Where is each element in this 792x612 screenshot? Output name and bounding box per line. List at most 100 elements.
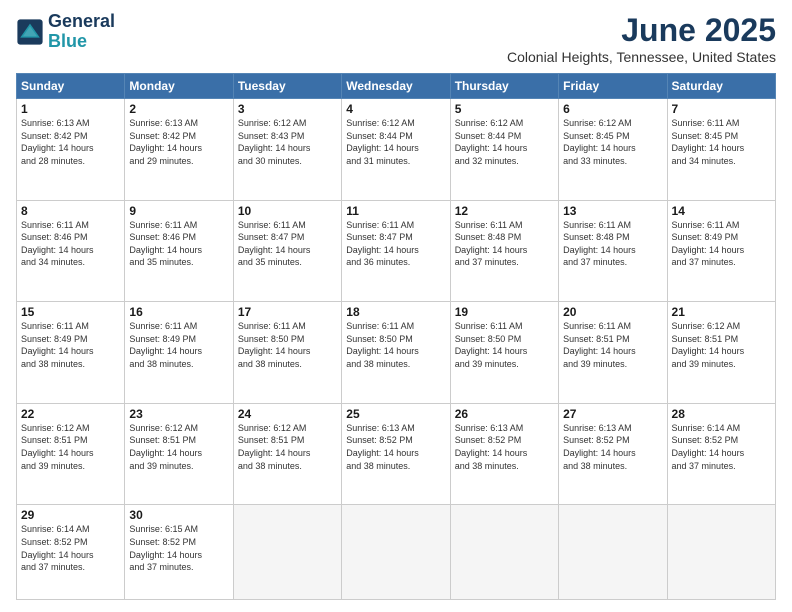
calendar-cell: 28Sunrise: 6:14 AMSunset: 8:52 PMDayligh… xyxy=(667,403,775,505)
calendar-week-row: 29Sunrise: 6:14 AMSunset: 8:52 PMDayligh… xyxy=(17,505,776,600)
calendar-cell: 29Sunrise: 6:14 AMSunset: 8:52 PMDayligh… xyxy=(17,505,125,600)
day-number: 6 xyxy=(563,102,662,116)
day-number: 18 xyxy=(346,305,445,319)
page: General Blue June 2025 Colonial Heights,… xyxy=(0,0,792,612)
day-number: 28 xyxy=(672,407,771,421)
calendar-cell: 9Sunrise: 6:11 AMSunset: 8:46 PMDaylight… xyxy=(125,200,233,302)
day-number: 19 xyxy=(455,305,554,319)
day-number: 25 xyxy=(346,407,445,421)
cell-info: Sunrise: 6:11 AMSunset: 8:49 PMDaylight:… xyxy=(672,219,771,269)
cell-info: Sunrise: 6:11 AMSunset: 8:49 PMDaylight:… xyxy=(21,320,120,370)
calendar-cell: 13Sunrise: 6:11 AMSunset: 8:48 PMDayligh… xyxy=(559,200,667,302)
calendar-cell xyxy=(667,505,775,600)
cell-info: Sunrise: 6:11 AMSunset: 8:50 PMDaylight:… xyxy=(238,320,337,370)
day-number: 2 xyxy=(129,102,228,116)
calendar-header-row: SundayMondayTuesdayWednesdayThursdayFrid… xyxy=(17,74,776,99)
day-number: 17 xyxy=(238,305,337,319)
cell-info: Sunrise: 6:12 AMSunset: 8:44 PMDaylight:… xyxy=(346,117,445,167)
calendar-cell xyxy=(559,505,667,600)
calendar-cell: 15Sunrise: 6:11 AMSunset: 8:49 PMDayligh… xyxy=(17,302,125,404)
calendar-cell xyxy=(450,505,558,600)
calendar-week-row: 8Sunrise: 6:11 AMSunset: 8:46 PMDaylight… xyxy=(17,200,776,302)
cell-info: Sunrise: 6:14 AMSunset: 8:52 PMDaylight:… xyxy=(672,422,771,472)
header: General Blue June 2025 Colonial Heights,… xyxy=(16,12,776,65)
cell-info: Sunrise: 6:11 AMSunset: 8:47 PMDaylight:… xyxy=(238,219,337,269)
day-number: 23 xyxy=(129,407,228,421)
day-number: 15 xyxy=(21,305,120,319)
cell-info: Sunrise: 6:14 AMSunset: 8:52 PMDaylight:… xyxy=(21,523,120,573)
day-number: 21 xyxy=(672,305,771,319)
day-number: 10 xyxy=(238,204,337,218)
cell-info: Sunrise: 6:11 AMSunset: 8:45 PMDaylight:… xyxy=(672,117,771,167)
cell-info: Sunrise: 6:13 AMSunset: 8:52 PMDaylight:… xyxy=(346,422,445,472)
calendar-cell: 19Sunrise: 6:11 AMSunset: 8:50 PMDayligh… xyxy=(450,302,558,404)
day-number: 29 xyxy=(21,508,120,522)
calendar-week-row: 22Sunrise: 6:12 AMSunset: 8:51 PMDayligh… xyxy=(17,403,776,505)
calendar-cell: 24Sunrise: 6:12 AMSunset: 8:51 PMDayligh… xyxy=(233,403,341,505)
cell-info: Sunrise: 6:13 AMSunset: 8:52 PMDaylight:… xyxy=(563,422,662,472)
calendar-cell: 22Sunrise: 6:12 AMSunset: 8:51 PMDayligh… xyxy=(17,403,125,505)
day-number: 30 xyxy=(129,508,228,522)
day-number: 12 xyxy=(455,204,554,218)
logo-text: General Blue xyxy=(48,12,115,52)
calendar-cell: 8Sunrise: 6:11 AMSunset: 8:46 PMDaylight… xyxy=(17,200,125,302)
cell-info: Sunrise: 6:13 AMSunset: 8:42 PMDaylight:… xyxy=(129,117,228,167)
cell-info: Sunrise: 6:11 AMSunset: 8:47 PMDaylight:… xyxy=(346,219,445,269)
logo-icon xyxy=(16,18,44,46)
cell-info: Sunrise: 6:11 AMSunset: 8:48 PMDaylight:… xyxy=(563,219,662,269)
calendar-week-row: 1Sunrise: 6:13 AMSunset: 8:42 PMDaylight… xyxy=(17,99,776,201)
location: Colonial Heights, Tennessee, United Stat… xyxy=(507,49,776,65)
day-number: 8 xyxy=(21,204,120,218)
title-area: June 2025 Colonial Heights, Tennessee, U… xyxy=(507,12,776,65)
calendar-cell: 7Sunrise: 6:11 AMSunset: 8:45 PMDaylight… xyxy=(667,99,775,201)
cell-info: Sunrise: 6:12 AMSunset: 8:51 PMDaylight:… xyxy=(672,320,771,370)
cell-info: Sunrise: 6:12 AMSunset: 8:43 PMDaylight:… xyxy=(238,117,337,167)
calendar-cell: 23Sunrise: 6:12 AMSunset: 8:51 PMDayligh… xyxy=(125,403,233,505)
calendar-table: SundayMondayTuesdayWednesdayThursdayFrid… xyxy=(16,73,776,600)
calendar-cell: 30Sunrise: 6:15 AMSunset: 8:52 PMDayligh… xyxy=(125,505,233,600)
day-number: 26 xyxy=(455,407,554,421)
cell-info: Sunrise: 6:11 AMSunset: 8:49 PMDaylight:… xyxy=(129,320,228,370)
day-number: 4 xyxy=(346,102,445,116)
cell-info: Sunrise: 6:11 AMSunset: 8:46 PMDaylight:… xyxy=(21,219,120,269)
calendar-cell: 14Sunrise: 6:11 AMSunset: 8:49 PMDayligh… xyxy=(667,200,775,302)
calendar-cell: 3Sunrise: 6:12 AMSunset: 8:43 PMDaylight… xyxy=(233,99,341,201)
day-number: 11 xyxy=(346,204,445,218)
logo-line1: General xyxy=(48,12,115,32)
weekday-header: Friday xyxy=(559,74,667,99)
calendar-cell: 2Sunrise: 6:13 AMSunset: 8:42 PMDaylight… xyxy=(125,99,233,201)
day-number: 5 xyxy=(455,102,554,116)
weekday-header: Tuesday xyxy=(233,74,341,99)
day-number: 1 xyxy=(21,102,120,116)
day-number: 16 xyxy=(129,305,228,319)
day-number: 27 xyxy=(563,407,662,421)
calendar-cell: 16Sunrise: 6:11 AMSunset: 8:49 PMDayligh… xyxy=(125,302,233,404)
cell-info: Sunrise: 6:13 AMSunset: 8:52 PMDaylight:… xyxy=(455,422,554,472)
day-number: 9 xyxy=(129,204,228,218)
month-title: June 2025 xyxy=(507,12,776,49)
calendar-week-row: 15Sunrise: 6:11 AMSunset: 8:49 PMDayligh… xyxy=(17,302,776,404)
cell-info: Sunrise: 6:12 AMSunset: 8:51 PMDaylight:… xyxy=(238,422,337,472)
calendar-cell: 26Sunrise: 6:13 AMSunset: 8:52 PMDayligh… xyxy=(450,403,558,505)
calendar-cell: 1Sunrise: 6:13 AMSunset: 8:42 PMDaylight… xyxy=(17,99,125,201)
day-number: 24 xyxy=(238,407,337,421)
weekday-header: Saturday xyxy=(667,74,775,99)
calendar-cell: 18Sunrise: 6:11 AMSunset: 8:50 PMDayligh… xyxy=(342,302,450,404)
calendar-cell: 27Sunrise: 6:13 AMSunset: 8:52 PMDayligh… xyxy=(559,403,667,505)
cell-info: Sunrise: 6:13 AMSunset: 8:42 PMDaylight:… xyxy=(21,117,120,167)
calendar-cell: 21Sunrise: 6:12 AMSunset: 8:51 PMDayligh… xyxy=(667,302,775,404)
cell-info: Sunrise: 6:11 AMSunset: 8:51 PMDaylight:… xyxy=(563,320,662,370)
weekday-header: Sunday xyxy=(17,74,125,99)
calendar-cell: 6Sunrise: 6:12 AMSunset: 8:45 PMDaylight… xyxy=(559,99,667,201)
day-number: 14 xyxy=(672,204,771,218)
calendar-cell xyxy=(342,505,450,600)
calendar-cell: 10Sunrise: 6:11 AMSunset: 8:47 PMDayligh… xyxy=(233,200,341,302)
calendar-cell: 25Sunrise: 6:13 AMSunset: 8:52 PMDayligh… xyxy=(342,403,450,505)
cell-info: Sunrise: 6:12 AMSunset: 8:44 PMDaylight:… xyxy=(455,117,554,167)
day-number: 20 xyxy=(563,305,662,319)
logo: General Blue xyxy=(16,12,115,52)
day-number: 7 xyxy=(672,102,771,116)
cell-info: Sunrise: 6:12 AMSunset: 8:45 PMDaylight:… xyxy=(563,117,662,167)
weekday-header: Thursday xyxy=(450,74,558,99)
calendar-cell: 20Sunrise: 6:11 AMSunset: 8:51 PMDayligh… xyxy=(559,302,667,404)
